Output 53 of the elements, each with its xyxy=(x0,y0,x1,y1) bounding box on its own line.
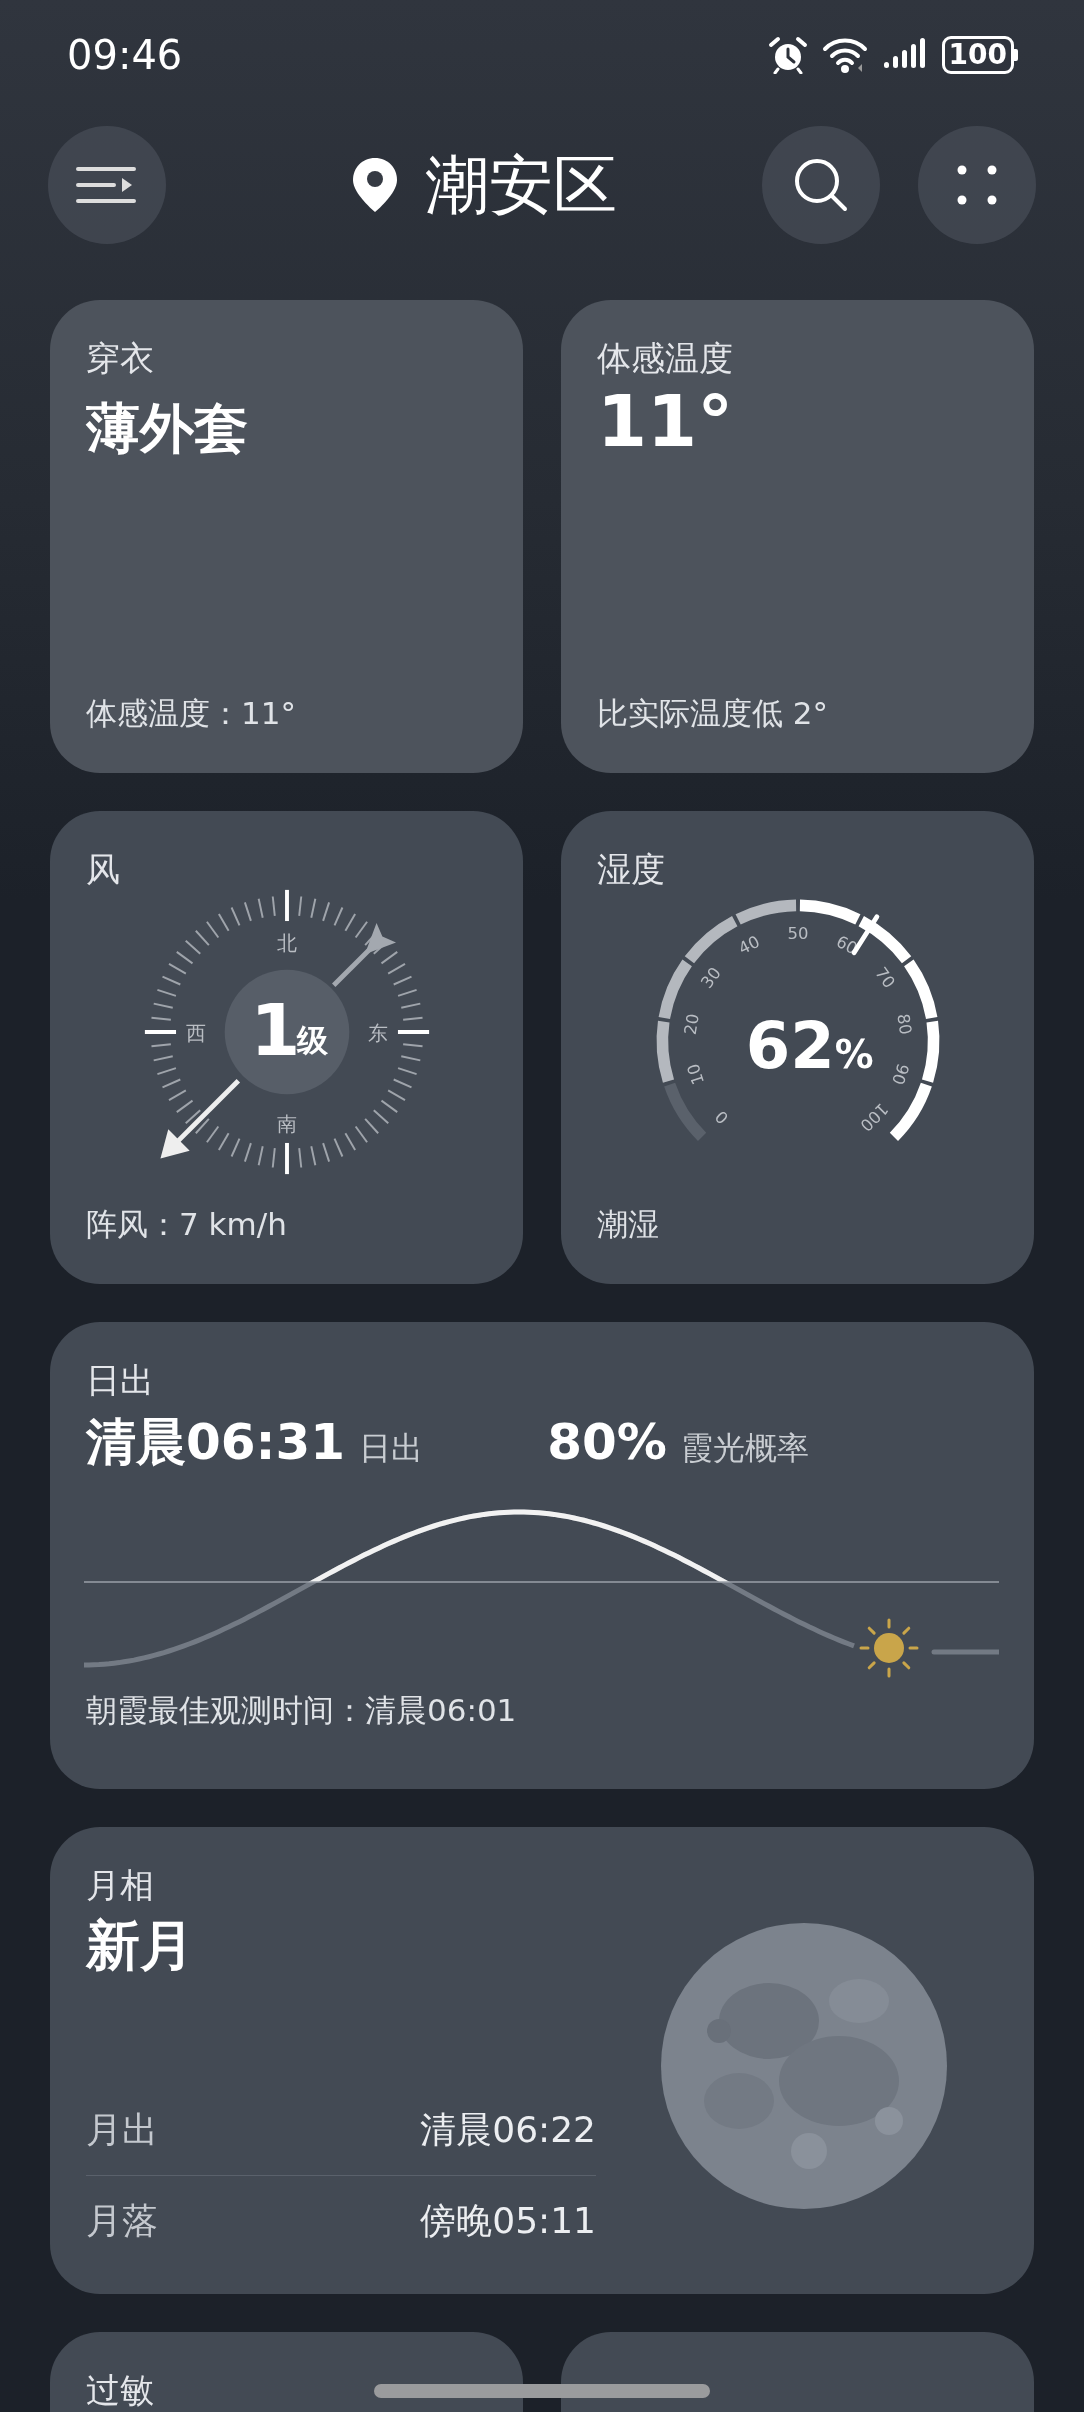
wind-arrow-icon xyxy=(159,922,396,1159)
location-title[interactable]: 潮安区 xyxy=(425,141,617,229)
gauge-scale-label: 0 xyxy=(711,1106,732,1128)
weather-card[interactable]: 体感温度 11° 比实际温度低 2° xyxy=(561,300,1034,773)
compass-direction: 南 xyxy=(276,1112,297,1137)
status-time: 09:46 xyxy=(67,32,183,78)
moon-time-value: 傍晚05:11 xyxy=(420,2198,596,2243)
gauge-scale-label: 90 xyxy=(887,1061,913,1087)
weather-card[interactable]: 穿衣 薄外套 体感温度：11° xyxy=(50,300,523,773)
best-viewing-time: 朝霞最佳观测时间：清晨06:01 xyxy=(86,1690,518,1730)
moon-phase-card[interactable]: 月相 新月 月出 清晨06:22 月落 傍晚05:11 xyxy=(50,1827,1034,2294)
gauge-scale-label: 40 xyxy=(735,931,763,959)
card-title: 穿衣 xyxy=(86,338,154,379)
humidity-unit: % xyxy=(834,1031,874,1077)
card-footer-text: 潮湿 xyxy=(597,1205,659,1244)
gauge-scale-label: 50 xyxy=(787,923,808,943)
dots-icon xyxy=(957,165,997,205)
gauge-scale-label: 30 xyxy=(696,963,725,992)
card-title: 过敏 xyxy=(86,2370,154,2411)
gauge-scale-label: 10 xyxy=(682,1061,708,1087)
wifi-icon xyxy=(821,36,868,74)
card-footer-text: 阵风：7 km/h xyxy=(86,1205,287,1244)
sunrise-card[interactable]: 日出 清晨06:31 日出 80% 霞光概率 朝霞最佳观测时间：清晨06:01 xyxy=(50,1322,1034,1789)
gauge-scale-label: 80 xyxy=(892,1012,915,1036)
compass-direction: 东 xyxy=(368,1020,388,1045)
card-footer-text: 体感温度：11° xyxy=(86,694,296,733)
card-title: 风 xyxy=(86,849,120,890)
moon-phase: 新月 xyxy=(86,1912,195,1979)
sunrise-label: 日出 xyxy=(359,1427,424,1469)
location-pin-icon xyxy=(351,156,399,214)
temperature-value: 11° xyxy=(597,384,734,457)
card-title: 体感温度 xyxy=(597,338,733,379)
glow-probability: 80% xyxy=(547,1412,667,1471)
compass-direction: 西 xyxy=(185,1020,205,1045)
glow-probability-label: 霞光概率 xyxy=(680,1427,809,1469)
card-title: 日出 xyxy=(86,1360,155,1401)
compass-direction: 北 xyxy=(276,931,297,956)
menu-icon xyxy=(76,165,138,205)
card-footer-text: 比实际温度低 2° xyxy=(597,694,829,733)
card-title: 月相 xyxy=(86,1865,155,1906)
weather-card[interactable]: 过敏 xyxy=(50,2332,523,2412)
moon-time-label: 月出 xyxy=(86,2107,158,2152)
gauge-scale-label: 60 xyxy=(832,931,860,959)
gauge-scale-label: 70 xyxy=(870,963,899,992)
gauge-scale-label: 20 xyxy=(680,1012,703,1036)
moon-time-label: 月落 xyxy=(86,2198,158,2243)
alarm-icon xyxy=(767,36,808,74)
humidity-value: 62 xyxy=(745,1008,835,1083)
moon-time-value: 清晨06:22 xyxy=(420,2107,596,2152)
clothing-value: 薄外套 xyxy=(86,395,248,462)
card-title: 湿度 xyxy=(597,849,665,890)
sun-icon xyxy=(859,1618,919,1678)
sunrise-time: 清晨06:31 xyxy=(86,1411,346,1473)
